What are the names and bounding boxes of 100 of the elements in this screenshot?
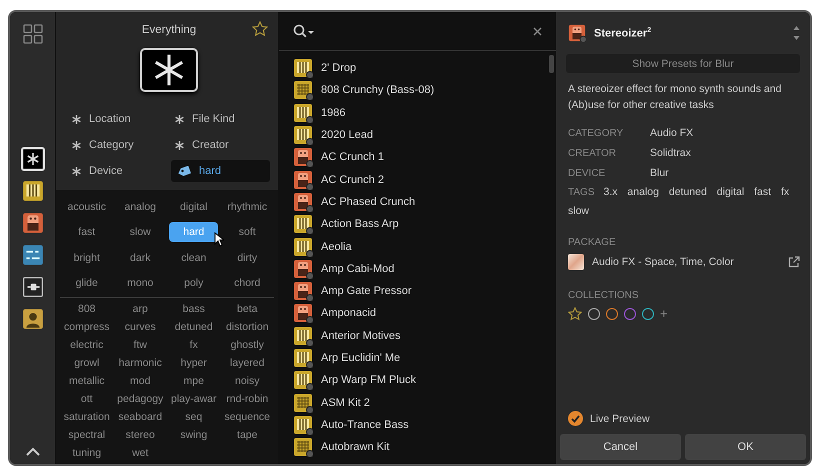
preset-item[interactable]: AC Phased Crunch bbox=[293, 190, 556, 214]
tag-chip[interactable]: dark bbox=[130, 250, 150, 266]
tag-chip[interactable]: growl bbox=[74, 355, 100, 371]
tag-chip[interactable]: bright bbox=[74, 250, 100, 266]
tag-text[interactable]: digital bbox=[716, 186, 748, 198]
tag-text[interactable]: 3.x bbox=[603, 186, 620, 198]
preset-item[interactable]: 1986 bbox=[293, 102, 556, 124]
collection-dot[interactable] bbox=[642, 308, 654, 320]
tag-chip[interactable]: tuning bbox=[72, 445, 102, 461]
tag-chip[interactable]: dirty bbox=[237, 250, 258, 266]
tag-chip[interactable]: mpe bbox=[184, 373, 204, 389]
category-button[interactable] bbox=[20, 147, 44, 171]
tag-chip[interactable]: ghostly bbox=[230, 337, 264, 353]
collection-dot[interactable] bbox=[606, 308, 618, 320]
tag-chip[interactable]: layered bbox=[230, 355, 264, 371]
tag-chip[interactable]: metallic bbox=[68, 373, 105, 389]
tag-chip[interactable]: stereo bbox=[126, 427, 155, 443]
preset-item[interactable]: Arp Euclidin' Me bbox=[293, 346, 556, 370]
collection-dot[interactable] bbox=[624, 308, 636, 320]
tag-chip[interactable]: rnd-robin bbox=[226, 391, 268, 407]
preset-item[interactable]: Amponacid bbox=[293, 302, 556, 325]
tag-chip[interactable]: digital bbox=[180, 198, 208, 215]
preset-item[interactable]: ASM Kit 2 bbox=[293, 391, 556, 414]
star-icon[interactable] bbox=[568, 306, 582, 320]
filter-item[interactable]: Category bbox=[68, 134, 167, 156]
tag-chip[interactable]: seq bbox=[185, 409, 202, 425]
tag-chip[interactable]: fx bbox=[190, 337, 198, 353]
tag-chip[interactable]: ott bbox=[80, 391, 93, 407]
tag-chip[interactable]: mod bbox=[130, 373, 150, 389]
tag-chip[interactable]: curves bbox=[124, 319, 156, 335]
tag-chip[interactable]: ftw bbox=[134, 337, 147, 353]
tag-text[interactable]: analog bbox=[627, 186, 662, 198]
grid-view-icon[interactable] bbox=[22, 24, 42, 44]
tag-chip[interactable]: spectral bbox=[68, 427, 106, 443]
tag-chip[interactable]: detuned bbox=[174, 319, 213, 335]
tag-text[interactable]: detuned bbox=[668, 186, 710, 198]
tag-chip[interactable]: harmonic bbox=[118, 355, 162, 371]
tag-chip[interactable]: arp bbox=[132, 301, 148, 317]
category-button[interactable] bbox=[20, 275, 44, 299]
tag-chip[interactable]: tape bbox=[237, 427, 258, 443]
add-collection[interactable]: + bbox=[660, 306, 668, 321]
preset-item[interactable]: Amp Gate Pressor bbox=[293, 280, 556, 302]
tag-chip[interactable]: fast bbox=[78, 224, 96, 240]
preset-item[interactable]: Action Bass Arp bbox=[293, 213, 556, 236]
preset-item[interactable]: Anterior Motives bbox=[293, 324, 556, 347]
scrollbar-thumb[interactable] bbox=[549, 55, 554, 73]
tag-text[interactable]: fx bbox=[780, 186, 790, 198]
filter-item[interactable]: Location bbox=[68, 108, 167, 130]
collection-dot[interactable] bbox=[588, 308, 600, 320]
tag-chip[interactable]: seaboard bbox=[118, 409, 162, 425]
tag-chip[interactable]: sequence bbox=[224, 409, 270, 425]
tag-chip[interactable]: 808 bbox=[78, 301, 96, 317]
tag-chip[interactable]: swing bbox=[180, 427, 208, 443]
caret-up-icon[interactable] bbox=[26, 447, 40, 456]
tag-chip[interactable]: electric bbox=[70, 337, 104, 353]
preset-item[interactable]: Amp Cabi-Mod bbox=[293, 258, 556, 280]
preset-item[interactable]: Arp Warp FM Pluck bbox=[293, 369, 556, 392]
tag-chip[interactable]: glide bbox=[76, 275, 98, 292]
category-button[interactable] bbox=[20, 211, 44, 235]
filter-item[interactable]: File Kind bbox=[171, 108, 270, 130]
tag-chip[interactable]: compress bbox=[64, 319, 110, 335]
up-down-arrows-icon[interactable] bbox=[793, 25, 800, 41]
preset-item[interactable]: Autobrawn Kit bbox=[293, 436, 556, 458]
tag-chip[interactable]: hyper bbox=[180, 355, 207, 371]
tag-chip[interactable]: bass bbox=[182, 301, 205, 317]
search-icon[interactable] bbox=[293, 24, 315, 38]
tag-chip[interactable]: soft bbox=[238, 224, 256, 240]
live-preview-checkbox[interactable] bbox=[568, 411, 583, 426]
tag-chip[interactable]: clean bbox=[181, 250, 206, 266]
tag-chip[interactable]: noisy bbox=[234, 373, 260, 389]
category-button[interactable] bbox=[20, 179, 44, 203]
tag-chip[interactable]: slow bbox=[130, 224, 151, 240]
tag-chip[interactable]: rhythmic bbox=[227, 198, 268, 215]
tag-chip[interactable]: distortion bbox=[226, 319, 269, 335]
tag-text[interactable]: slow bbox=[568, 205, 590, 217]
tag-chip[interactable]: saturation bbox=[64, 409, 110, 425]
preset-item[interactable]: AC Crunch 1 bbox=[293, 146, 556, 168]
filter-item[interactable]: hard bbox=[171, 160, 270, 182]
star-icon[interactable] bbox=[252, 21, 268, 37]
tag-chip[interactable]: poly bbox=[184, 275, 204, 292]
external-link-icon[interactable] bbox=[788, 256, 800, 268]
preset-item[interactable]: Aeolia bbox=[293, 235, 556, 258]
tag-text[interactable]: fast bbox=[754, 186, 774, 198]
preset-item[interactable]: Auto-Trance Bass bbox=[293, 414, 556, 436]
preset-item[interactable]: 2' Drop bbox=[293, 57, 556, 80]
preset-item[interactable]: 2020 Lead bbox=[293, 124, 556, 146]
tag-chip[interactable]: chord bbox=[234, 275, 260, 292]
tag-chip[interactable]: wet bbox=[132, 445, 148, 461]
preset-item[interactable]: 808 Crunchy (Bass-08) bbox=[293, 79, 556, 102]
filter-item[interactable]: Device bbox=[68, 160, 167, 182]
close-icon[interactable] bbox=[533, 26, 542, 36]
show-presets-button[interactable]: Show Presets for Blur bbox=[566, 54, 800, 73]
tag-chip[interactable]: acoustic bbox=[67, 198, 106, 215]
tag-chip[interactable]: analog bbox=[124, 198, 156, 215]
tag-chip[interactable]: mono bbox=[127, 275, 154, 292]
tag-chip[interactable]: beta bbox=[237, 301, 258, 317]
dialog-button[interactable]: Cancel bbox=[560, 434, 681, 460]
category-button[interactable] bbox=[20, 307, 44, 331]
tag-chip[interactable]: pedagogy bbox=[117, 391, 164, 407]
filter-item[interactable]: Creator bbox=[171, 134, 270, 156]
